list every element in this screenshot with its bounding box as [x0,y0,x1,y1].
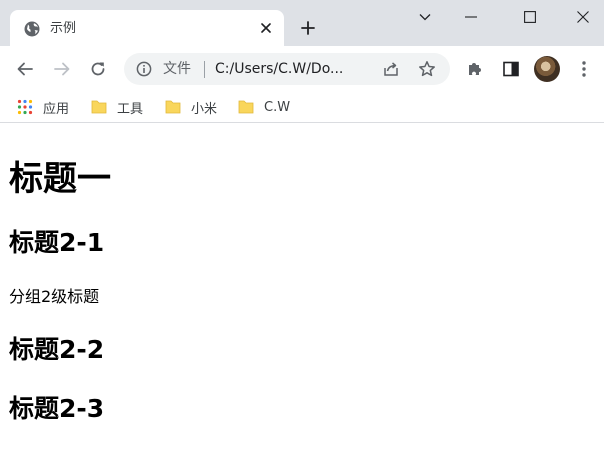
close-tab-icon[interactable] [256,18,276,38]
bookmark-label: 工具 [117,101,144,117]
address-bar[interactable]: 文件 C:/Users/C.W/Do... [124,53,450,85]
profile-avatar[interactable] [534,56,560,82]
bookmark-label: 应用 [43,101,70,117]
address-separator [204,61,205,78]
apps-grid-icon [17,99,33,115]
paragraph-text: 分组2级标题 [9,287,100,306]
menu-more-icon[interactable] [570,55,598,83]
heading-2-3: 标题2-3 [9,394,105,423]
browser-window: 示例 文件 C:/Users/C.W/Do... 应用 工具 小米 C.W 标题… [0,0,604,456]
address-scheme-label: 文件 [163,61,191,77]
page-content: 标题一 标题2-1 分组2级标题 标题2-2 标题2-3 [0,123,604,456]
bookmark-folder-tools[interactable]: 工具 [91,97,143,117]
browser-toolbar: 文件 C:/Users/C.W/Do... [0,46,604,92]
bookmark-label: 小米 [191,101,218,117]
bookmark-folder-xiaomi[interactable]: 小米 [165,97,217,117]
bookmark-label: C.W [264,99,291,115]
side-panel-icon[interactable] [497,55,525,83]
close-window-button[interactable] [560,0,604,34]
new-tab-button[interactable] [296,16,320,40]
address-url[interactable]: C:/Users/C.W/Do... [215,60,343,78]
back-button[interactable] [11,55,39,83]
bookmark-apps[interactable]: 应用 [17,97,69,117]
minimize-button[interactable] [448,0,494,34]
globe-icon [24,21,40,37]
tab-search-chevron-icon[interactable] [402,0,448,34]
bookmark-star-icon[interactable] [418,60,436,78]
bookmarks-bar: 应用 工具 小米 C.W [0,92,604,123]
forward-button[interactable] [48,55,76,83]
bookmark-folder-cw[interactable]: C.W [238,97,290,117]
reload-button[interactable] [84,55,112,83]
extensions-puzzle-icon[interactable] [461,55,489,83]
maximize-button[interactable] [507,0,553,34]
heading-2-1: 标题2-1 [9,228,105,257]
folder-icon [91,99,107,115]
info-icon[interactable] [136,61,152,77]
share-icon[interactable] [382,60,400,78]
tab-strip: 示例 [0,0,604,46]
folder-icon [165,99,181,115]
heading-1: 标题一 [9,159,111,199]
heading-2-2: 标题2-2 [9,335,105,364]
folder-icon [238,99,254,115]
active-tab[interactable]: 示例 [10,10,284,46]
tab-title: 示例 [50,21,77,36]
